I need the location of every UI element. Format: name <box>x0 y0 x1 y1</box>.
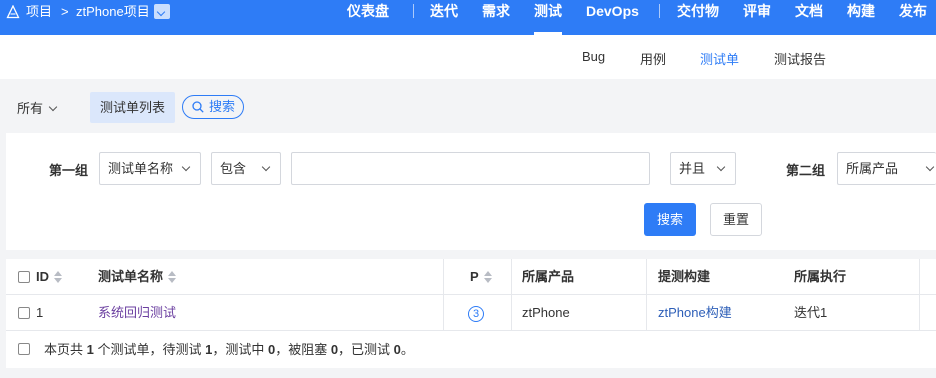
table-footer: 本页共 1 个测试单，待测试 1，测试中 0，被阻塞 0，已测试 0。 <box>6 331 936 368</box>
nav-deliverable[interactable]: 交付物 <box>677 0 719 35</box>
nav-devops[interactable]: DevOps <box>586 0 639 35</box>
chevron-down-icon <box>48 102 58 112</box>
nav-release[interactable]: 发布 <box>899 0 927 35</box>
col-pri-label: P <box>470 269 479 284</box>
breadcrumb-separator: > <box>61 4 69 19</box>
status-filter-label: 所有 <box>17 101 44 116</box>
subnav-testtask[interactable]: 测试单 <box>700 49 739 68</box>
breadcrumb-project[interactable]: 项目 <box>26 0 52 24</box>
breadcrumb-current-project[interactable]: ztPhone项目 <box>76 0 150 24</box>
row-priority: 3 <box>468 295 484 331</box>
chevron-down-icon <box>181 162 191 172</box>
testtask-list-tab[interactable]: 测试单列表 <box>90 92 175 123</box>
group1-operator-select[interactable]: 包含 <box>211 152 281 185</box>
status-filter-dropdown[interactable]: 所有 <box>17 98 58 117</box>
priority-badge: 3 <box>468 305 484 322</box>
summary-text: 个测试单，待测试 <box>93 342 206 357</box>
row-checkbox[interactable] <box>18 307 30 319</box>
chevron-down-icon <box>261 162 271 172</box>
chevron-down-icon <box>716 162 726 172</box>
summary-text: 。 <box>400 342 414 357</box>
row-execution: 迭代1 <box>794 305 828 320</box>
col-build-header: 提测构建 <box>658 269 711 284</box>
table-summary: 本页共 1 个测试单，待测试 1，测试中 0，被阻塞 0，已测试 0。 <box>44 331 414 368</box>
nav-divider <box>659 4 660 18</box>
group1-field-select[interactable]: 测试单名称 <box>99 152 201 185</box>
chevron-down-icon <box>925 162 935 172</box>
sort-icon <box>54 270 62 283</box>
search-icon <box>192 101 204 113</box>
table-header: ID 测试单名称 P 所属产品 提测构建 所属执行 <box>6 259 936 295</box>
nav-review[interactable]: 评审 <box>743 0 771 35</box>
nav-doc[interactable]: 文档 <box>795 0 823 35</box>
summary-total-count: 1 <box>86 342 94 357</box>
filter-bar: 所有 测试单列表 搜索 <box>0 80 936 132</box>
nav-divider <box>413 4 414 18</box>
nav-dashboard[interactable]: 仪表盘 <box>347 0 389 35</box>
summary-text: ，已测试 <box>338 342 394 357</box>
testtask-table: ID 测试单名称 P 所属产品 提测构建 所属执行 1 系统回归测试 3 ztP… <box>6 259 936 368</box>
nav-iteration[interactable]: 迭代 <box>430 0 458 35</box>
project-icon <box>6 5 20 19</box>
col-product-header: 所属产品 <box>522 269 575 284</box>
summary-text: ，测试中 <box>212 342 268 357</box>
summary-text: ，被阻塞 <box>275 342 331 357</box>
subnav-testreport[interactable]: 测试报告 <box>774 49 826 68</box>
group1-operator-value: 包含 <box>220 161 247 176</box>
summary-text: 本页共 <box>44 342 87 357</box>
nav-build[interactable]: 构建 <box>847 0 875 35</box>
subnav-testcase[interactable]: 用例 <box>640 49 666 68</box>
reset-button[interactable]: 重置 <box>710 203 762 236</box>
project-switch-dropdown[interactable] <box>154 4 170 19</box>
col-execution-header: 所属执行 <box>794 269 847 284</box>
nav-test[interactable]: 测试 <box>534 0 562 35</box>
col-id-header[interactable]: ID <box>36 259 62 295</box>
test-subnav: Bug 用例 测试单 测试报告 <box>0 35 936 79</box>
sort-icon <box>168 270 177 283</box>
group1-label: 第一组 <box>49 163 89 178</box>
row-product: ztPhone <box>522 305 570 320</box>
search-toggle-button[interactable]: 搜索 <box>182 95 244 119</box>
row-testtask-name-link[interactable]: 系统回归测试 <box>98 295 176 331</box>
sort-icon <box>483 270 492 283</box>
footer-select-all-checkbox[interactable] <box>18 343 30 355</box>
row-build-link[interactable]: ztPhone构建 <box>658 295 732 331</box>
search-toggle-label: 搜索 <box>209 99 236 114</box>
and-or-value: 并且 <box>679 161 706 176</box>
search-form: 第一组 测试单名称 包含 并且 第二组 所属产品 搜索 重置 <box>6 133 936 250</box>
group2-label: 第二组 <box>786 163 826 178</box>
nav-story[interactable]: 需求 <box>482 0 510 35</box>
summary-blocked-count: 0 <box>330 342 339 357</box>
group1-field-value: 测试单名称 <box>108 161 174 176</box>
top-navbar: 项目 > ztPhone项目 仪表盘 迭代 需求 测试 DevOps 交付物 评… <box>0 0 936 35</box>
and-or-select[interactable]: 并且 <box>670 152 736 185</box>
col-id-label: ID <box>36 269 49 284</box>
table-row[interactable]: 1 系统回归测试 3 ztPhone ztPhone构建 迭代1 <box>6 295 936 331</box>
row-id: 1 <box>36 305 44 320</box>
search-button[interactable]: 搜索 <box>644 203 696 236</box>
summary-done-count: 0 <box>393 342 401 357</box>
col-pri-header[interactable]: P <box>470 259 492 295</box>
col-name-label: 测试单名称 <box>98 269 164 284</box>
subnav-bug[interactable]: Bug <box>582 49 605 64</box>
group1-value-input[interactable] <box>291 152 650 185</box>
col-name-header[interactable]: 测试单名称 <box>98 259 177 295</box>
group2-field-value: 所属产品 <box>846 161 899 176</box>
group2-field-select[interactable]: 所属产品 <box>837 152 936 185</box>
select-all-checkbox[interactable] <box>18 271 30 283</box>
